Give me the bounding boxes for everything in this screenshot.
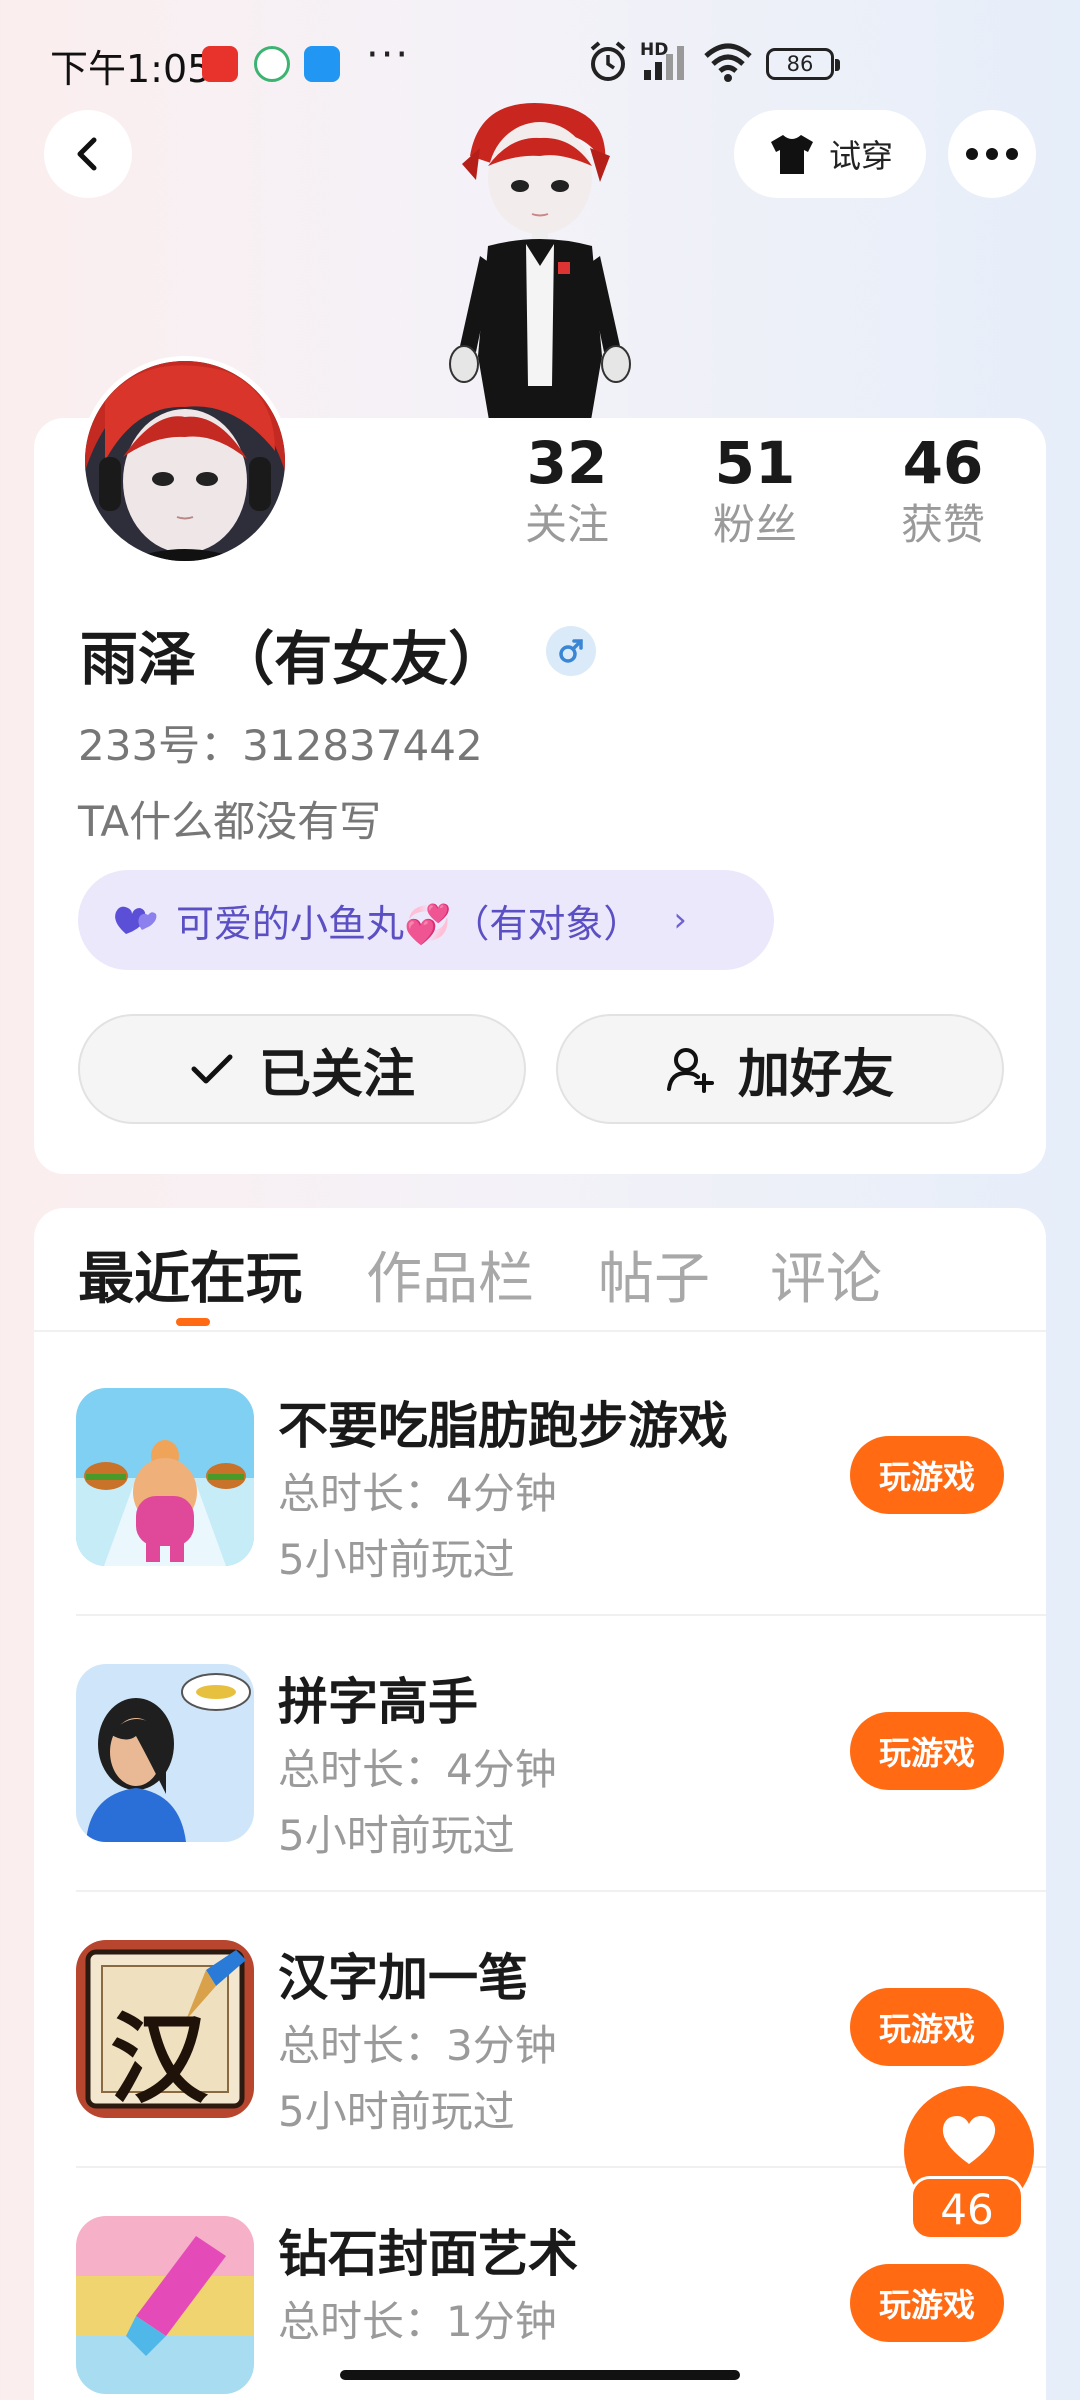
- play-game-button[interactable]: 玩游戏: [850, 2264, 1004, 2342]
- add-user-icon: [666, 1048, 714, 1093]
- home-indicator[interactable]: [340, 2370, 740, 2380]
- tab-indicator: [176, 1318, 210, 1326]
- user-id: 233号：312837442: [78, 721, 483, 770]
- game-icon-hanzi-stroke: 汉: [76, 1940, 254, 2118]
- following-label: 关注: [524, 500, 609, 549]
- gender-badge: [546, 626, 596, 676]
- hanzi-glyph: 汉: [110, 2003, 209, 2117]
- back-button[interactable]: [44, 110, 132, 198]
- game-title: 不要吃脂肪跑步游戏: [278, 1397, 728, 1455]
- game-last-played: 5小时前玩过: [278, 2087, 515, 2136]
- battery-indicator: 86: [766, 48, 840, 80]
- square-app-icon: [304, 46, 340, 82]
- game-row[interactable]: 拼字高手 总时长：4分钟 5小时前玩过 玩游戏: [76, 1616, 1046, 1892]
- game-title: 拼字高手: [278, 1673, 478, 1731]
- tab-posts[interactable]: 帖子: [598, 1234, 710, 1315]
- shirt-icon: [770, 135, 813, 174]
- avatar-character-figure[interactable]: [440, 96, 640, 426]
- avatar[interactable]: [80, 356, 290, 566]
- nickname: 雨泽 （有女友）: [80, 625, 507, 693]
- play-game-button[interactable]: 玩游戏: [850, 1988, 1004, 2066]
- tab-divider: [34, 1330, 1046, 1332]
- tab-comments[interactable]: 评论: [770, 1234, 882, 1315]
- followers-label: 粉丝: [712, 500, 797, 549]
- tab-works[interactable]: 作品栏: [366, 1234, 534, 1315]
- followers-count: 51: [714, 429, 796, 497]
- status-time: 下午1:05: [50, 47, 212, 91]
- game-row[interactable]: 不要吃脂肪跑步游戏 总时长：4分钟 5小时前玩过 玩游戏: [76, 1340, 1046, 1616]
- following-count: 32: [526, 429, 608, 497]
- stat-following[interactable]: 32 关注: [492, 430, 642, 554]
- game-icon-fat-run: [76, 1388, 254, 1566]
- more-button[interactable]: [948, 110, 1036, 198]
- game-title: 钻石封面艺术: [278, 2225, 578, 2283]
- cp-relationship-tag[interactable]: 可爱的小鱼丸💞（有对象） ›: [78, 870, 774, 970]
- alarm-icon: [590, 41, 626, 81]
- play-game-button[interactable]: 玩游戏: [850, 1436, 1004, 1514]
- add-friend-label: 加好友: [737, 1044, 894, 1105]
- followed-label: 已关注: [258, 1044, 415, 1105]
- check-icon: [191, 1054, 233, 1084]
- chevron-right-icon: ›: [673, 900, 687, 940]
- game-row[interactable]: 钻石封面艺术 总时长：1分钟 玩游戏: [76, 2168, 1046, 2400]
- leaf-app-icon: [254, 46, 290, 82]
- game-row[interactable]: 汉 汉字加一笔 总时长：3分钟 5小时前玩过 玩游戏: [76, 1892, 1046, 2168]
- likes-count: 46: [902, 429, 984, 497]
- signal-icon: [644, 46, 684, 80]
- wifi-icon: [704, 43, 752, 82]
- bio: TA什么都没有写: [78, 797, 382, 846]
- tryon-label: 试穿: [828, 137, 893, 175]
- game-last-played: 5小时前玩过: [278, 1535, 515, 1584]
- stat-followers[interactable]: 51 粉丝: [680, 430, 830, 554]
- tab-recently-played[interactable]: 最近在玩: [78, 1234, 302, 1315]
- avatar-image: [85, 361, 285, 561]
- stat-likes[interactable]: 46 获赞: [868, 430, 1018, 554]
- cp-tag-text: 可爱的小鱼丸💞（有对象）: [176, 901, 642, 946]
- game-icon-diamond-art: [76, 2216, 254, 2394]
- likes-label: 获赞: [900, 500, 985, 549]
- heart-icon: [942, 2116, 996, 2164]
- tryon-button[interactable]: 试穿: [734, 110, 926, 198]
- add-friend-button[interactable]: 加好友: [556, 1014, 1004, 1124]
- game-title: 汉字加一笔: [278, 1949, 528, 2007]
- status-more: ···: [366, 32, 411, 78]
- chevron-left-icon: [77, 137, 97, 171]
- more-dots-icon: [966, 148, 1018, 160]
- game-duration: 总时长：4分钟: [278, 1745, 557, 1794]
- like-count: 46: [910, 2176, 1024, 2240]
- game-duration: 总时长：4分钟: [278, 1469, 557, 1518]
- game-last-played: 5小时前玩过: [278, 1811, 515, 1860]
- taobao-app-icon: [202, 46, 238, 82]
- double-heart-icon: [115, 906, 157, 934]
- play-game-button[interactable]: 玩游戏: [850, 1712, 1004, 1790]
- game-icon-word-master: [76, 1664, 254, 1842]
- game-duration: 总时长：3分钟: [278, 2021, 557, 2070]
- followed-button[interactable]: 已关注: [78, 1014, 526, 1124]
- game-duration: 总时长：1分钟: [278, 2297, 557, 2346]
- male-icon: [559, 639, 583, 663]
